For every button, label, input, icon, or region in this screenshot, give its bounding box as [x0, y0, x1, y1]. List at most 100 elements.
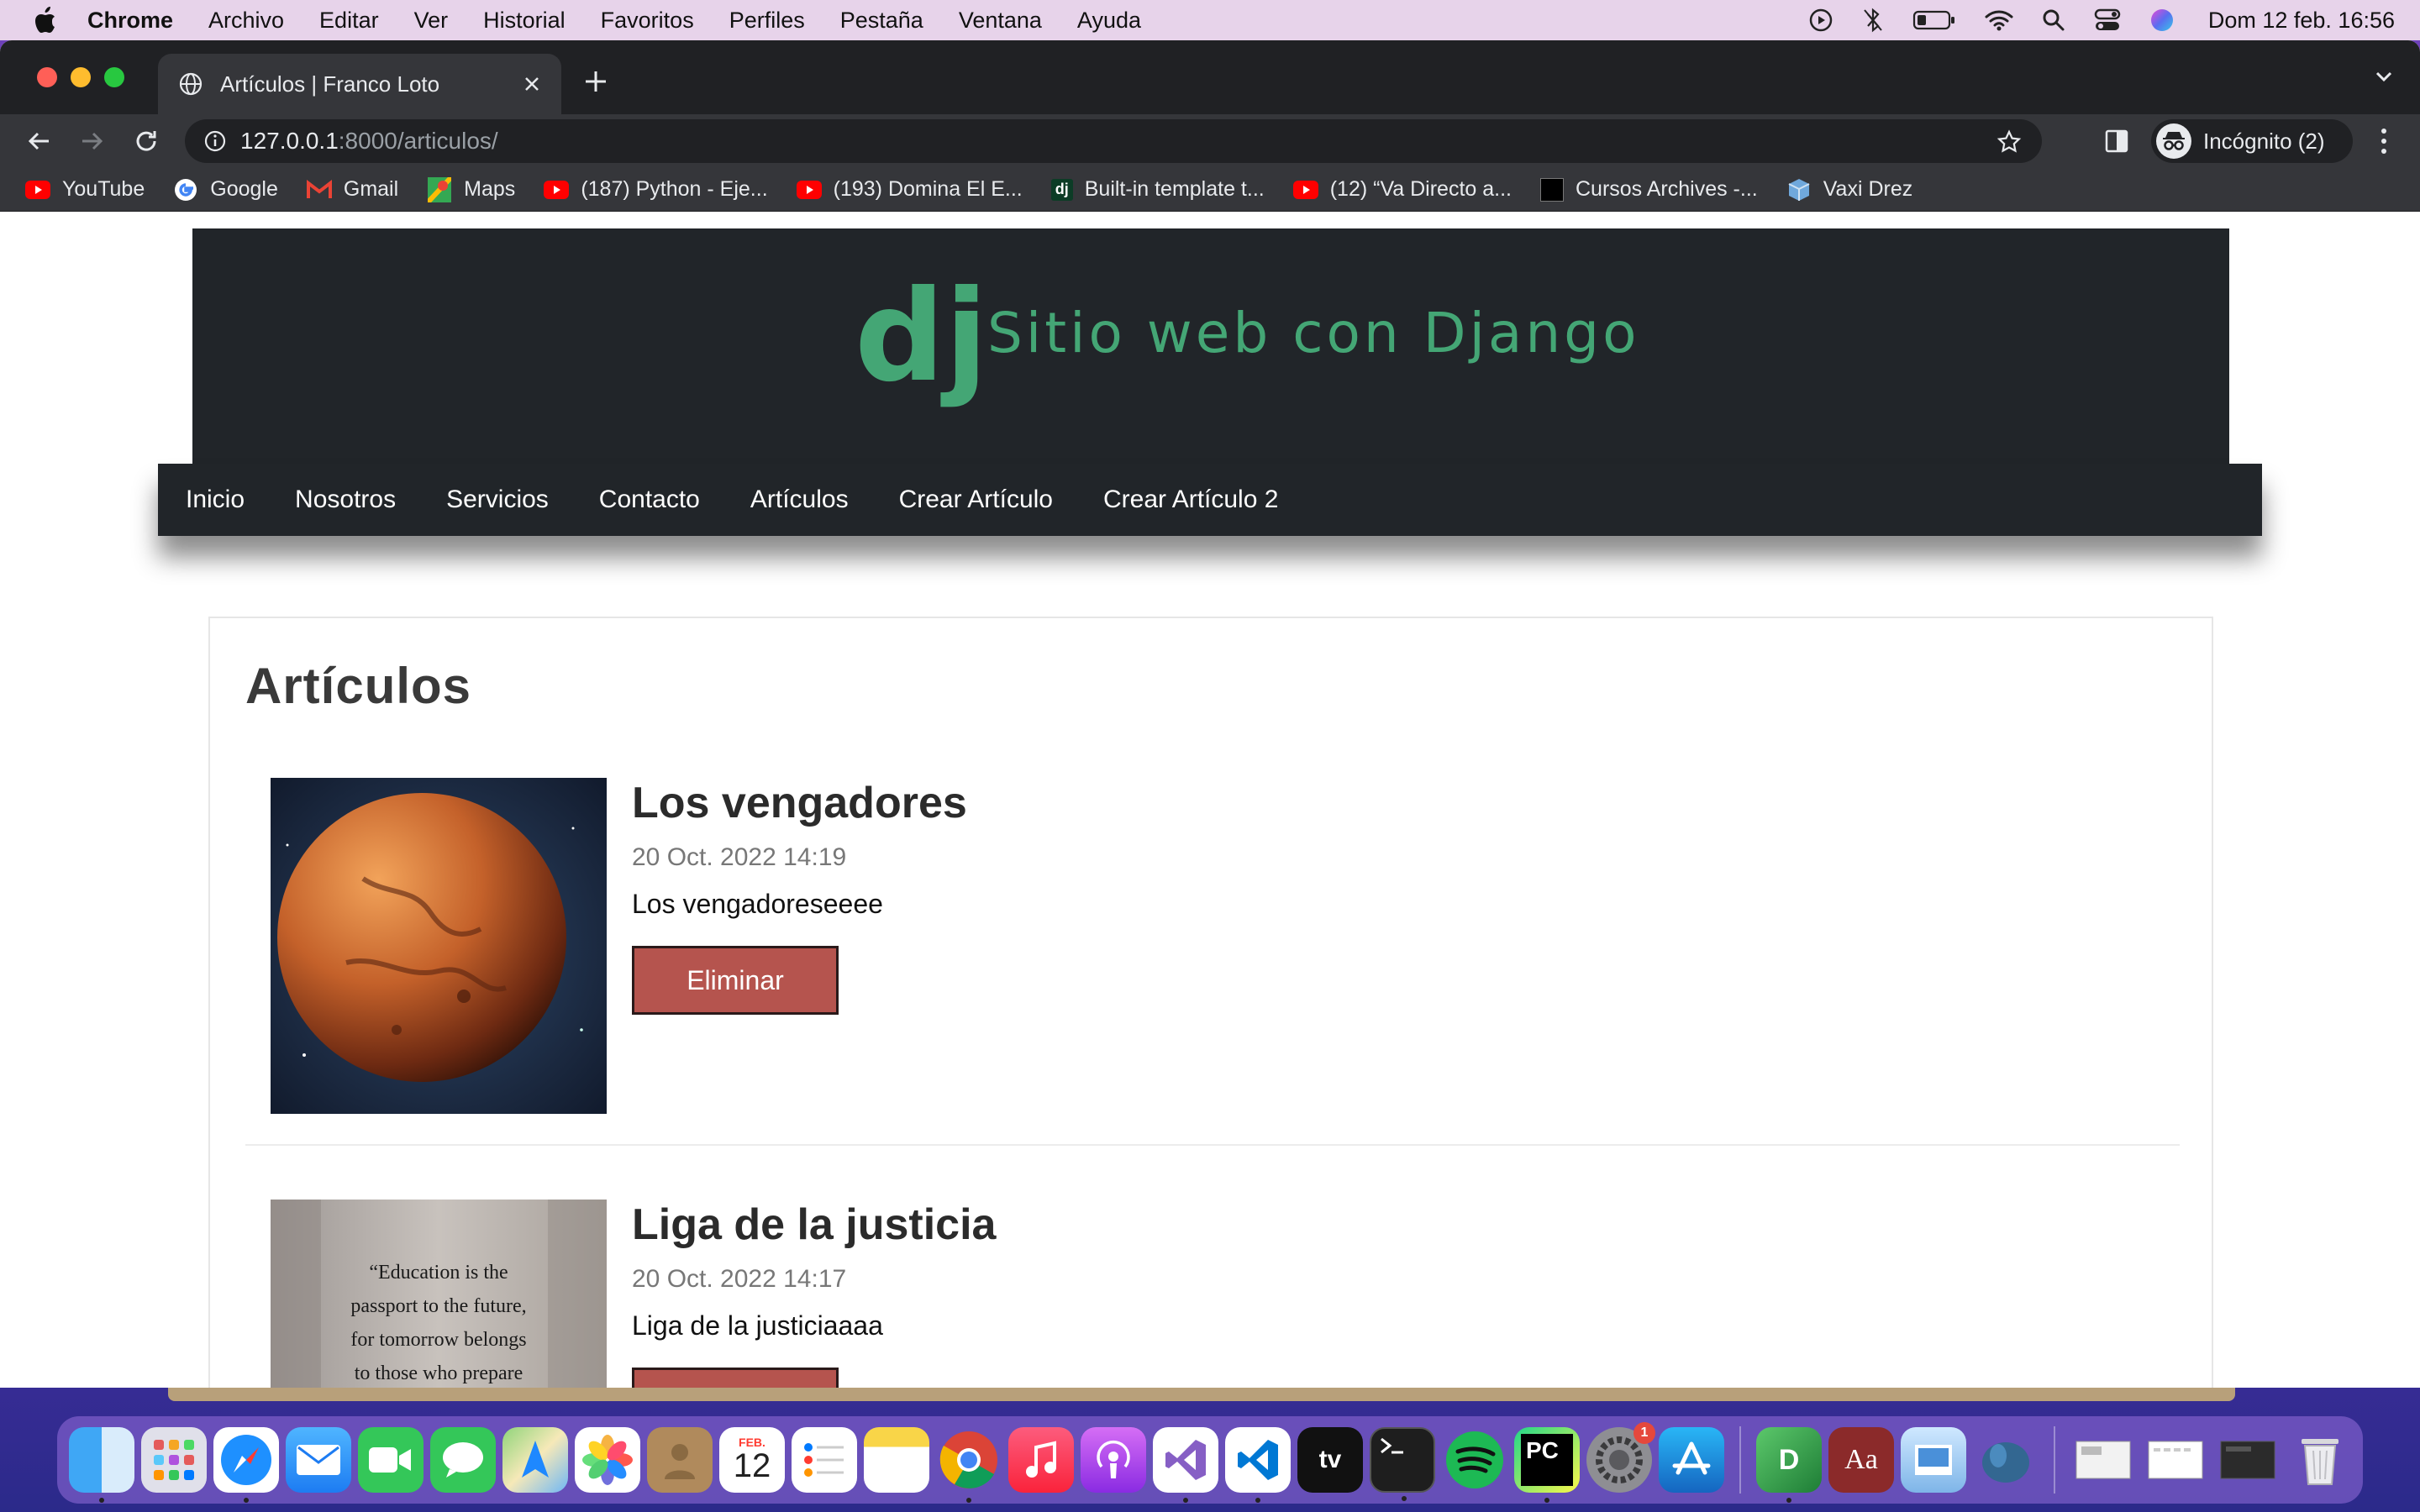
spotify-icon[interactable]	[1442, 1427, 1507, 1493]
screen-record-icon[interactable]	[1808, 8, 1833, 33]
quote-line: “Education is the	[369, 1262, 508, 1284]
bookmark-va-directo[interactable]: (12) “Va Directo a...	[1292, 177, 1512, 202]
site-info-icon[interactable]	[203, 129, 227, 153]
bookmark-builtin-template[interactable]: dj Built-in template t...	[1050, 177, 1265, 202]
messages-icon[interactable]	[430, 1427, 496, 1493]
article-title[interactable]: Liga de la justicia	[632, 1200, 996, 1250]
d-app-icon[interactable]: D	[1756, 1427, 1822, 1503]
bookmark-maps[interactable]: Maps	[427, 176, 515, 202]
bookmark-star-icon[interactable]	[1996, 129, 2022, 155]
battery-icon[interactable]	[1912, 9, 1956, 31]
article-title[interactable]: Los vengadores	[632, 778, 967, 828]
nav-inicio[interactable]: Inicio	[186, 486, 245, 514]
delete-button[interactable]: Eliminar	[632, 1368, 839, 1388]
menu-pestana[interactable]: Pestaña	[840, 8, 923, 34]
wifi-icon[interactable]	[1985, 9, 2013, 31]
tab-title: Artículos | Franco Loto	[220, 71, 440, 97]
menu-ventana[interactable]: Ventana	[959, 8, 1042, 34]
safari-icon[interactable]	[213, 1427, 279, 1503]
delete-button[interactable]: Eliminar	[632, 946, 839, 1015]
tab-articulos[interactable]: Artículos | Franco Loto	[158, 54, 561, 114]
zoom-window-button[interactable]	[104, 67, 124, 87]
minimize-window-button[interactable]	[71, 67, 91, 87]
menu-app-chrome[interactable]: Chrome	[87, 8, 173, 34]
control-center-icon[interactable]	[2094, 8, 2121, 32]
app-store-icon[interactable]	[1659, 1427, 1724, 1493]
close-tab-icon[interactable]	[519, 71, 544, 97]
visual-studio-icon[interactable]	[1153, 1427, 1218, 1503]
running-indicator	[99, 1498, 104, 1503]
bookmark-domina[interactable]: (193) Domina El E...	[796, 177, 1023, 202]
back-button[interactable]	[22, 124, 55, 158]
bookmark-gmail[interactable]: Gmail	[306, 177, 398, 202]
menubar-clock[interactable]: Dom 12 feb. 16:56	[2208, 8, 2395, 34]
running-indicator	[1786, 1498, 1791, 1503]
reload-button[interactable]	[129, 124, 163, 158]
education-quote-image: “Education is the passport to the future…	[271, 1200, 607, 1388]
siri-icon[interactable]	[2149, 8, 2175, 33]
downloads-stack-icon[interactable]	[2070, 1427, 2136, 1493]
d-app-label: D	[1778, 1443, 1800, 1476]
close-window-button[interactable]	[37, 67, 57, 87]
menu-ayuda[interactable]: Ayuda	[1077, 8, 1141, 34]
bookmark-youtube[interactable]: YouTube	[25, 177, 145, 202]
article-description: Los vengadoreseeee	[632, 889, 883, 919]
system-settings-icon[interactable]: 1	[1586, 1422, 1655, 1493]
pycharm-icon[interactable]: PC	[1514, 1427, 1580, 1503]
podcasts-icon[interactable]	[1081, 1427, 1146, 1493]
nav-servicios[interactable]: Servicios	[446, 486, 549, 514]
forward-button[interactable]	[76, 124, 109, 158]
incognito-profile-button[interactable]: Incógnito (2)	[2151, 119, 2353, 163]
menu-favoritos[interactable]: Favoritos	[601, 8, 694, 34]
postgres-elephant-icon[interactable]	[1973, 1427, 2039, 1493]
incognito-icon	[2156, 123, 2191, 159]
reminders-icon[interactable]	[792, 1427, 857, 1493]
spotlight-search-icon[interactable]	[2042, 8, 2065, 32]
new-tab-button[interactable]	[583, 64, 608, 101]
photos-icon[interactable]	[575, 1427, 640, 1493]
kebab-menu-icon[interactable]	[2380, 127, 2388, 155]
nav-nosotros[interactable]: Nosotros	[295, 486, 396, 514]
bookmark-google[interactable]: Google	[173, 177, 278, 202]
nav-crear-articulo[interactable]: Crear Artículo	[899, 486, 1053, 514]
terminal-icon[interactable]	[1370, 1427, 1435, 1501]
address-bar[interactable]: 127.0.0.1:8000/articulos/	[185, 119, 2042, 163]
chrome-icon[interactable]	[936, 1427, 1002, 1503]
mars-image	[271, 778, 607, 1114]
tab-search-button[interactable]	[2373, 66, 2395, 92]
cube-icon	[1786, 177, 1812, 202]
mail-icon[interactable]	[286, 1427, 351, 1493]
apple-menu-icon[interactable]	[34, 6, 59, 34]
contacts-icon[interactable]	[647, 1427, 713, 1493]
bookmark-python[interactable]: (187) Python - Eje...	[544, 177, 768, 202]
menu-perfiles[interactable]: Perfiles	[729, 8, 805, 34]
side-panel-icon[interactable]	[2104, 129, 2129, 154]
django-icon: dj	[1050, 178, 1073, 201]
bookmark-vaxi-drez[interactable]: Vaxi Drez	[1786, 177, 1912, 202]
bookmark-cursos[interactable]: Cursos Archives -...	[1540, 177, 1758, 202]
launchpad-icon[interactable]	[141, 1427, 207, 1493]
finder-icon[interactable]	[69, 1427, 134, 1503]
trash-icon[interactable]	[2287, 1427, 2353, 1493]
preview-icon[interactable]	[1901, 1427, 1966, 1493]
nav-articulos[interactable]: Artículos	[750, 486, 849, 514]
nav-crear-articulo-2[interactable]: Crear Artículo 2	[1103, 486, 1278, 514]
window-preview-icon[interactable]	[2215, 1427, 2281, 1493]
music-icon[interactable]	[1008, 1427, 1074, 1493]
apple-tv-icon[interactable]: tv	[1297, 1427, 1363, 1493]
dictionary-icon[interactable]: Aa	[1828, 1427, 1894, 1493]
menu-archivo[interactable]: Archivo	[208, 8, 284, 34]
notes-icon[interactable]	[864, 1427, 929, 1493]
vscode-icon[interactable]	[1225, 1427, 1291, 1503]
dock-separator	[1739, 1426, 1741, 1494]
running-indicator	[244, 1498, 249, 1503]
screenshot-stack-icon[interactable]	[2143, 1427, 2208, 1493]
menu-ver[interactable]: Ver	[414, 8, 449, 34]
facetime-icon[interactable]	[358, 1427, 424, 1493]
calendar-icon[interactable]: FEB. 12	[719, 1427, 785, 1493]
menu-editar[interactable]: Editar	[319, 8, 379, 34]
nav-contacto[interactable]: Contacto	[599, 486, 700, 514]
menu-historial[interactable]: Historial	[483, 8, 566, 34]
bluetooth-icon[interactable]	[1862, 8, 1884, 33]
maps-app-icon[interactable]	[502, 1427, 568, 1493]
